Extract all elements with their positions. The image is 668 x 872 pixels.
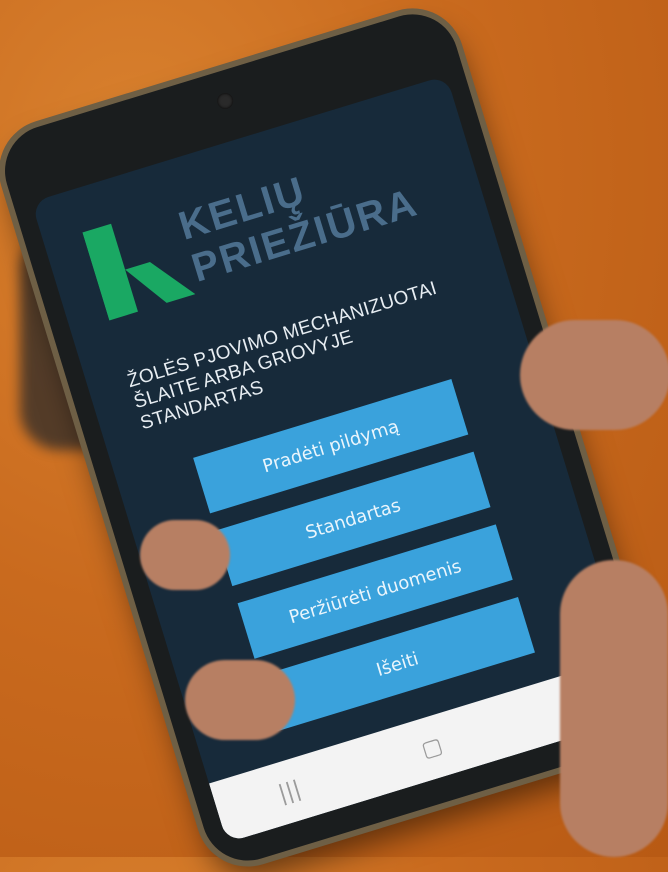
front-camera bbox=[215, 90, 236, 111]
hand-thumb bbox=[520, 320, 668, 430]
phone-screen: KELIŲ PRIEŽIŪRA ŽOLĖS PJOVIMO MECHANIZUO… bbox=[31, 75, 643, 843]
logo-wordmark: KELIŲ PRIEŽIŪRA bbox=[174, 138, 423, 291]
home-icon[interactable]: ▢ bbox=[418, 733, 445, 763]
hand-palm bbox=[560, 560, 668, 857]
recent-apps-icon[interactable]: ||| bbox=[275, 776, 304, 806]
hand-finger-2 bbox=[185, 660, 295, 740]
hand-finger-1 bbox=[140, 520, 230, 590]
